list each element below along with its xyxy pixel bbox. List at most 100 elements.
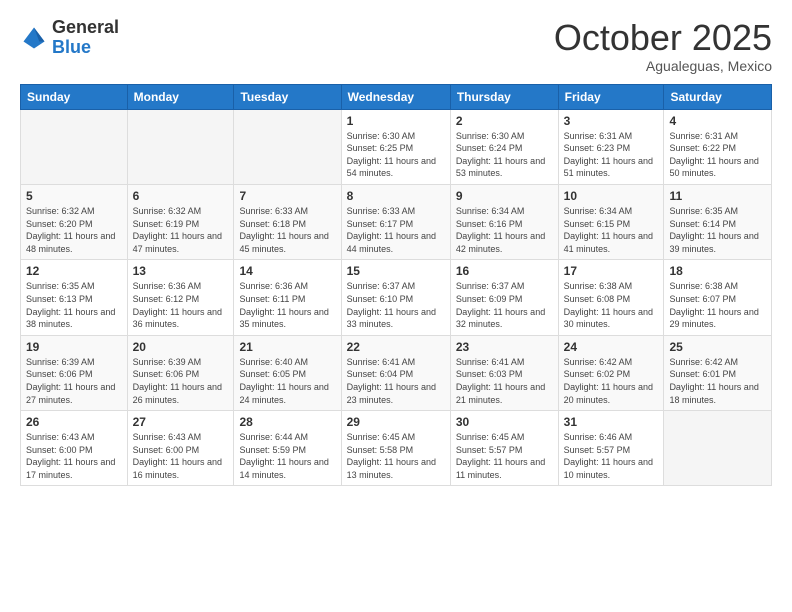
day-info: Sunrise: 6:36 AM Sunset: 6:11 PM Dayligh… [239, 280, 335, 330]
day-info: Sunrise: 6:31 AM Sunset: 6:22 PM Dayligh… [669, 130, 766, 180]
day-number: 24 [564, 340, 659, 354]
day-info: Sunrise: 6:41 AM Sunset: 6:04 PM Dayligh… [347, 356, 445, 406]
day-info: Sunrise: 6:38 AM Sunset: 6:08 PM Dayligh… [564, 280, 659, 330]
weekday-header-thursday: Thursday [450, 84, 558, 109]
day-number: 12 [26, 264, 122, 278]
day-info: Sunrise: 6:33 AM Sunset: 6:17 PM Dayligh… [347, 205, 445, 255]
day-info: Sunrise: 6:38 AM Sunset: 6:07 PM Dayligh… [669, 280, 766, 330]
calendar-cell: 12 Sunrise: 6:35 AM Sunset: 6:13 PM Dayli… [21, 260, 128, 335]
day-number: 15 [347, 264, 445, 278]
calendar-cell: 22 Sunrise: 6:41 AM Sunset: 6:04 PM Dayli… [341, 335, 450, 410]
calendar-cell: 1 Sunrise: 6:30 AM Sunset: 6:25 PM Daylig… [341, 109, 450, 184]
calendar-cell: 13Sunrise: 6:36 AM Sunset: 6:12 PM Dayli… [127, 260, 234, 335]
day-info: Sunrise: 6:32 AM Sunset: 6:20 PM Dayligh… [26, 205, 122, 255]
day-info: Sunrise: 6:34 AM Sunset: 6:15 PM Dayligh… [564, 205, 659, 255]
calendar-cell: 29Sunrise: 6:45 AM Sunset: 5:58 PM Dayli… [341, 411, 450, 486]
calendar-cell: 11 Sunrise: 6:35 AM Sunset: 6:14 PM Dayli… [664, 184, 772, 259]
day-number: 29 [347, 415, 445, 429]
day-info: Sunrise: 6:37 AM Sunset: 6:10 PM Dayligh… [347, 280, 445, 330]
calendar-week-row: 26 Sunrise: 6:43 AM Sunset: 6:00 PM Dayli… [21, 411, 772, 486]
calendar-cell: 23Sunrise: 6:41 AM Sunset: 6:03 PM Dayli… [450, 335, 558, 410]
day-number: 18 [669, 264, 766, 278]
page: General Blue October 2025 Agualeguas, Me… [0, 0, 792, 612]
calendar-cell: 28 Sunrise: 6:44 AM Sunset: 5:59 PM Dayli… [234, 411, 341, 486]
logo-general: General [52, 17, 119, 37]
day-number: 1 [347, 114, 445, 128]
day-number: 14 [239, 264, 335, 278]
calendar-cell: 4 Sunrise: 6:31 AM Sunset: 6:22 PM Daylig… [664, 109, 772, 184]
location-subtitle: Agualeguas, Mexico [554, 58, 772, 74]
day-info: Sunrise: 6:31 AM Sunset: 6:23 PM Dayligh… [564, 130, 659, 180]
day-info: Sunrise: 6:43 AM Sunset: 6:00 PM Dayligh… [26, 431, 122, 481]
calendar-cell: 17 Sunrise: 6:38 AM Sunset: 6:08 PM Dayli… [558, 260, 664, 335]
calendar-cell: 14 Sunrise: 6:36 AM Sunset: 6:11 PM Dayli… [234, 260, 341, 335]
day-number: 28 [239, 415, 335, 429]
logo-text: General Blue [52, 18, 119, 58]
calendar-cell: 16 Sunrise: 6:37 AM Sunset: 6:09 PM Dayli… [450, 260, 558, 335]
day-info: Sunrise: 6:45 AM Sunset: 5:57 PM Dayligh… [456, 431, 553, 481]
day-info: Sunrise: 6:37 AM Sunset: 6:09 PM Dayligh… [456, 280, 553, 330]
day-info: Sunrise: 6:36 AM Sunset: 6:12 PM Dayligh… [133, 280, 229, 330]
day-info: Sunrise: 6:34 AM Sunset: 6:16 PM Dayligh… [456, 205, 553, 255]
day-info: Sunrise: 6:35 AM Sunset: 6:14 PM Dayligh… [669, 205, 766, 255]
calendar: SundayMondayTuesdayWednesdayThursdayFrid… [20, 84, 772, 487]
day-info: Sunrise: 6:42 AM Sunset: 6:01 PM Dayligh… [669, 356, 766, 406]
weekday-header-wednesday: Wednesday [341, 84, 450, 109]
day-number: 19 [26, 340, 122, 354]
day-number: 30 [456, 415, 553, 429]
day-info: Sunrise: 6:35 AM Sunset: 6:13 PM Dayligh… [26, 280, 122, 330]
calendar-cell: 19Sunrise: 6:39 AM Sunset: 6:06 PM Dayli… [21, 335, 128, 410]
day-number: 26 [26, 415, 122, 429]
calendar-week-row: 5Sunrise: 6:32 AM Sunset: 6:20 PM Daylig… [21, 184, 772, 259]
weekday-header-tuesday: Tuesday [234, 84, 341, 109]
calendar-week-row: 19 Sunrise: 6:39 AM Sunset: 6:06 PM Dayli… [21, 335, 772, 410]
day-number: 6 [133, 189, 229, 203]
month-title: October 2025 [554, 18, 772, 58]
day-number: 3 [564, 114, 659, 128]
calendar-week-row: 12 Sunrise: 6:35 AM Sunset: 6:13 PM Dayli… [21, 260, 772, 335]
title-block: October 2025 Agualeguas, Mexico [554, 18, 772, 74]
day-info: Sunrise: 6:30 AM Sunset: 6:24 PM Dayligh… [456, 130, 553, 180]
day-number: 22 [347, 340, 445, 354]
calendar-cell: 31 Sunrise: 6:46 AM Sunset: 5:57 PM Dayli… [558, 411, 664, 486]
header: General Blue October 2025 Agualeguas, Me… [20, 18, 772, 74]
calendar-cell: 21 Sunrise: 6:40 AM Sunset: 6:05 PM Dayli… [234, 335, 341, 410]
calendar-cell [127, 109, 234, 184]
day-info: Sunrise: 6:33 AM Sunset: 6:18 PM Dayligh… [239, 205, 335, 255]
day-info: Sunrise: 6:30 AM Sunset: 6:25 PM Dayligh… [347, 130, 445, 180]
calendar-cell: 8Sunrise: 6:33 AM Sunset: 6:17 PM Daylig… [341, 184, 450, 259]
day-number: 21 [239, 340, 335, 354]
day-info: Sunrise: 6:46 AM Sunset: 5:57 PM Dayligh… [564, 431, 659, 481]
weekday-header-monday: Monday [127, 84, 234, 109]
calendar-cell [234, 109, 341, 184]
day-info: Sunrise: 6:40 AM Sunset: 6:05 PM Dayligh… [239, 356, 335, 406]
day-number: 31 [564, 415, 659, 429]
calendar-cell: 15 Sunrise: 6:37 AM Sunset: 6:10 PM Dayli… [341, 260, 450, 335]
calendar-cell: 20 Sunrise: 6:39 AM Sunset: 6:06 PM Dayli… [127, 335, 234, 410]
day-number: 20 [133, 340, 229, 354]
calendar-cell: 24 Sunrise: 6:42 AM Sunset: 6:02 PM Dayli… [558, 335, 664, 410]
calendar-cell: 25Sunrise: 6:42 AM Sunset: 6:01 PM Dayli… [664, 335, 772, 410]
day-info: Sunrise: 6:39 AM Sunset: 6:06 PM Dayligh… [133, 356, 229, 406]
day-number: 16 [456, 264, 553, 278]
day-number: 23 [456, 340, 553, 354]
calendar-cell: 5Sunrise: 6:32 AM Sunset: 6:20 PM Daylig… [21, 184, 128, 259]
calendar-cell: 26 Sunrise: 6:43 AM Sunset: 6:00 PM Dayli… [21, 411, 128, 486]
calendar-cell: 30 Sunrise: 6:45 AM Sunset: 5:57 PM Dayli… [450, 411, 558, 486]
day-info: Sunrise: 6:32 AM Sunset: 6:19 PM Dayligh… [133, 205, 229, 255]
day-info: Sunrise: 6:42 AM Sunset: 6:02 PM Dayligh… [564, 356, 659, 406]
calendar-cell: 27Sunrise: 6:43 AM Sunset: 6:00 PM Dayli… [127, 411, 234, 486]
calendar-cell: 2 Sunrise: 6:30 AM Sunset: 6:24 PM Daylig… [450, 109, 558, 184]
calendar-cell: 18 Sunrise: 6:38 AM Sunset: 6:07 PM Dayli… [664, 260, 772, 335]
day-number: 4 [669, 114, 766, 128]
calendar-cell: 9Sunrise: 6:34 AM Sunset: 6:16 PM Daylig… [450, 184, 558, 259]
day-number: 27 [133, 415, 229, 429]
calendar-cell: 3 Sunrise: 6:31 AM Sunset: 6:23 PM Daylig… [558, 109, 664, 184]
calendar-cell [21, 109, 128, 184]
weekday-header-row: SundayMondayTuesdayWednesdayThursdayFrid… [21, 84, 772, 109]
calendar-cell: 6 Sunrise: 6:32 AM Sunset: 6:19 PM Daylig… [127, 184, 234, 259]
day-number: 11 [669, 189, 766, 203]
day-info: Sunrise: 6:44 AM Sunset: 5:59 PM Dayligh… [239, 431, 335, 481]
day-number: 2 [456, 114, 553, 128]
day-number: 17 [564, 264, 659, 278]
